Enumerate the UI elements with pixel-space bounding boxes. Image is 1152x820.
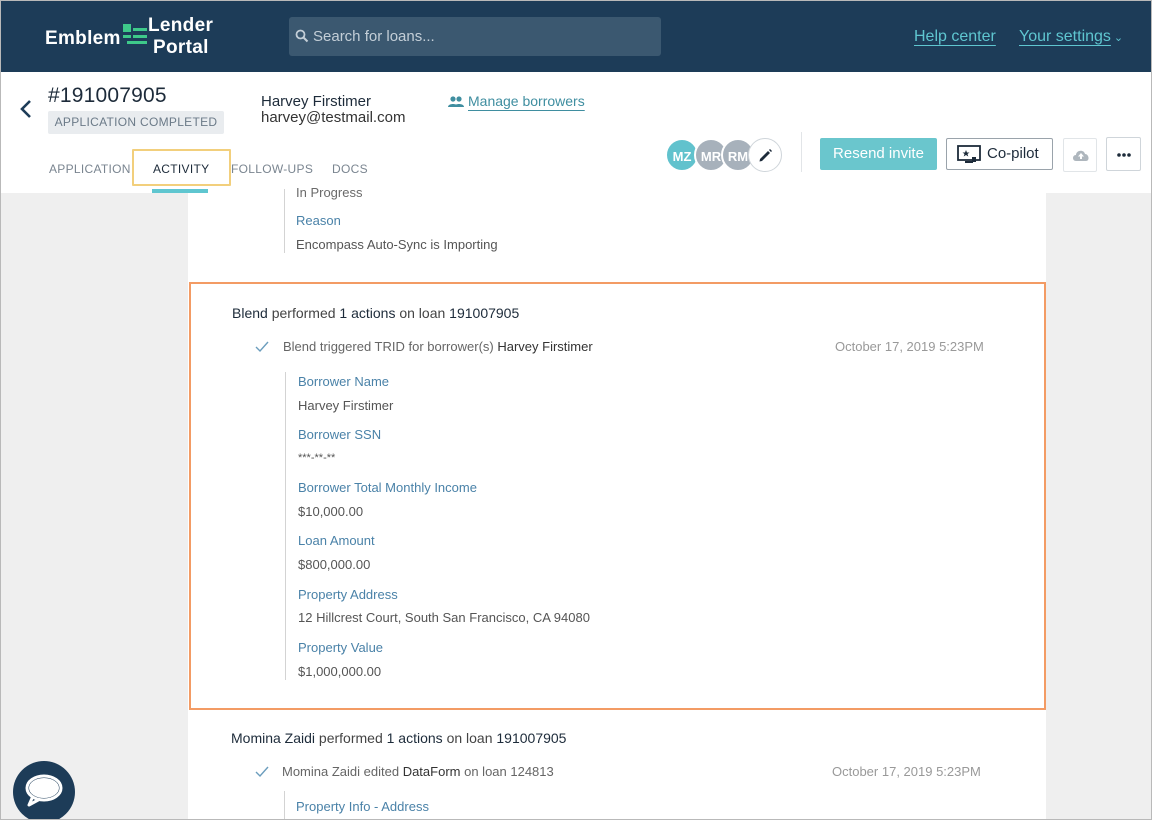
logo-mark-icon bbox=[123, 24, 147, 44]
field-value-property-value: $1,000,000.00 bbox=[298, 664, 382, 679]
prev-reason-value: Encompass Auto-Sync is Importing bbox=[296, 237, 498, 252]
help-center-link[interactable]: Help center bbox=[914, 28, 996, 46]
your-settings-label: Your settings bbox=[1019, 28, 1111, 45]
loan-number: #191007905 bbox=[48, 84, 167, 107]
field-label-borrower-name: Borrower Name bbox=[298, 374, 390, 389]
entry-performed: performed bbox=[318, 730, 383, 746]
entry-performed: performed bbox=[271, 305, 336, 321]
manage-borrowers-label: Manage borrowers bbox=[468, 93, 585, 109]
status-badge: APPLICATION COMPLETED bbox=[48, 111, 224, 134]
prev-reason-label: Reason bbox=[296, 213, 341, 228]
prev-entry-rule bbox=[284, 189, 285, 253]
logo-portal-text: Portal bbox=[153, 37, 209, 58]
field-value-borrower-name: Harvey Firstimer bbox=[298, 398, 394, 413]
activity-entry-header: Momina Zaidi performed 1 actions on loan… bbox=[231, 730, 566, 746]
action-suffix: on loan 124813 bbox=[464, 764, 554, 779]
cloud-upload-icon bbox=[1073, 150, 1089, 161]
action-target: Harvey Firstimer bbox=[497, 339, 593, 354]
monitor-star-icon bbox=[957, 145, 981, 163]
header-divider bbox=[801, 132, 802, 172]
field-value-loan-amount: $800,000.00 bbox=[298, 557, 371, 572]
action-prefix: Blend triggered TRID for borrower(s) bbox=[283, 339, 494, 354]
field-label-property-address: Property Address bbox=[298, 587, 398, 602]
chevron-down-icon: ⌄ bbox=[1113, 32, 1124, 44]
loan-header: #191007905 APPLICATION COMPLETED Harvey … bbox=[1, 72, 1151, 193]
manage-borrowers-link[interactable]: Manage borrowers bbox=[448, 93, 585, 109]
entry-on-loan: on loan bbox=[446, 730, 493, 746]
co-pilot-button[interactable]: Co-pilot bbox=[946, 138, 1053, 170]
back-arrow-icon[interactable] bbox=[18, 98, 34, 120]
check-icon bbox=[255, 766, 269, 778]
more-dots-icon bbox=[1117, 153, 1131, 157]
entry-action-line: Blend triggered TRID for borrower(s) Har… bbox=[283, 339, 593, 354]
prev-status-value: In Progress bbox=[296, 185, 363, 200]
entry-on-loan: on loan bbox=[399, 305, 446, 321]
logo-lender-text: Lender bbox=[148, 15, 214, 36]
borrower-name: Harvey Firstimer bbox=[261, 93, 372, 110]
entry-loan-number: 191007905 bbox=[496, 730, 567, 746]
search-input[interactable] bbox=[313, 17, 653, 56]
emblem-logo[interactable]: Emblem Lender Portal bbox=[45, 15, 225, 59]
entry-timestamp: October 17, 2019 5:23PM bbox=[835, 339, 984, 354]
co-pilot-label: Co-pilot bbox=[987, 145, 1039, 162]
entry-actor: Momina Zaidi bbox=[231, 730, 316, 746]
activity-entry-header: Blend performed 1 actions on loan 191007… bbox=[232, 305, 519, 321]
entry-timestamp: October 17, 2019 5:23PM bbox=[832, 764, 981, 779]
resend-invite-button[interactable]: Resend invite bbox=[820, 138, 937, 170]
tab-application[interactable]: APPLICATION bbox=[49, 162, 131, 176]
top-navigation: Emblem Lender Portal Help center Your se… bbox=[1, 1, 1151, 72]
loan-search bbox=[289, 17, 661, 56]
field-label-property-value: Property Value bbox=[298, 640, 384, 655]
tab-follow-ups[interactable]: FOLLOW-UPS bbox=[231, 162, 313, 176]
app-window: Emblem Lender Portal Help center Your se… bbox=[0, 0, 1152, 820]
borrower-email: harvey@testmail.com bbox=[261, 109, 406, 126]
field-label-monthly-income: Borrower Total Monthly Income bbox=[298, 480, 477, 495]
upload-button[interactable] bbox=[1063, 138, 1097, 172]
your-settings-link[interactable]: Your settings ⌄ bbox=[1019, 28, 1123, 46]
check-icon bbox=[255, 341, 269, 353]
field-value-borrower-ssn: ***-**-** bbox=[298, 452, 336, 464]
chat-bubble-icon bbox=[25, 774, 63, 807]
highlighted-activity-entry: Blend performed 1 actions on loan 191007… bbox=[189, 282, 1046, 710]
search-icon bbox=[295, 29, 309, 43]
entry-fields-rule bbox=[285, 372, 286, 680]
field-label-loan-amount: Loan Amount bbox=[298, 533, 375, 548]
entry-count: 1 actions bbox=[339, 305, 396, 321]
edit-team-button[interactable] bbox=[748, 138, 782, 172]
entry-action-line: Momina Zaidi edited DataForm on loan 124… bbox=[282, 764, 554, 779]
entry-actor: Blend bbox=[232, 305, 268, 321]
pencil-icon bbox=[759, 149, 772, 162]
field-label-property-address: Property Info - Address bbox=[296, 799, 429, 814]
logo-emblem-text: Emblem bbox=[45, 28, 121, 49]
field-label-borrower-ssn: Borrower SSN bbox=[298, 427, 382, 442]
tab-highlight-box bbox=[132, 149, 231, 186]
people-icon bbox=[448, 96, 464, 107]
entry-count: 1 actions bbox=[386, 730, 443, 746]
field-value-monthly-income: $10,000.00 bbox=[298, 504, 364, 519]
entry-fields-rule bbox=[284, 791, 285, 819]
field-value-property-address: 12 Hillcrest Court, South San Francisco,… bbox=[298, 610, 590, 625]
more-options-button[interactable] bbox=[1106, 137, 1141, 171]
entry-loan-number: 191007905 bbox=[449, 305, 520, 321]
action-prefix: Momina Zaidi edited bbox=[282, 764, 400, 779]
chat-button[interactable] bbox=[13, 761, 75, 819]
action-target: DataForm bbox=[402, 764, 461, 779]
tab-docs[interactable]: DOCS bbox=[332, 162, 368, 176]
